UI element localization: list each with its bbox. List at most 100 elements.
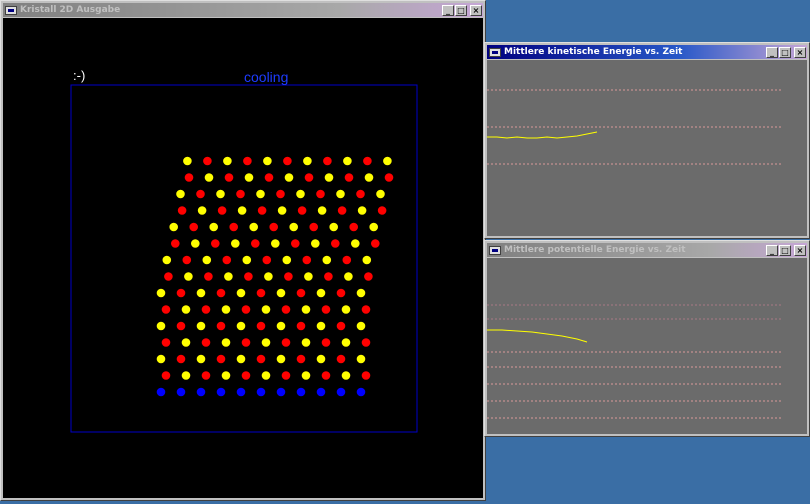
atom bbox=[349, 222, 359, 232]
atom bbox=[343, 156, 352, 166]
potential-titlebar[interactable]: Mittlere potentielle Energie vs. Zeit _ … bbox=[487, 243, 807, 257]
kinetic-plot-area bbox=[487, 60, 807, 236]
window-title: Mittlere kinetische Energie vs. Zeit bbox=[504, 47, 683, 57]
atom bbox=[357, 206, 367, 215]
atom bbox=[336, 189, 345, 199]
atom bbox=[364, 272, 373, 281]
atom bbox=[302, 255, 312, 265]
atom bbox=[269, 222, 279, 232]
atom bbox=[282, 255, 292, 265]
atom bbox=[242, 255, 252, 265]
close-button[interactable]: × bbox=[794, 244, 806, 256]
atom bbox=[244, 173, 254, 182]
fixed-atom bbox=[196, 387, 206, 397]
atom bbox=[156, 354, 166, 364]
atom bbox=[162, 255, 172, 265]
atom bbox=[171, 239, 180, 248]
atom bbox=[281, 338, 291, 347]
atom bbox=[316, 189, 325, 199]
kristall-window[interactable]: Kristall 2D Ausgabe _ □ × :-) cooling bbox=[0, 0, 486, 501]
atom bbox=[336, 288, 346, 298]
atom bbox=[216, 189, 225, 199]
atom bbox=[363, 156, 372, 166]
atom bbox=[161, 371, 171, 380]
atom bbox=[356, 189, 365, 199]
atom bbox=[223, 156, 232, 166]
atom bbox=[161, 338, 171, 347]
fixed-atom bbox=[336, 387, 346, 397]
atom bbox=[191, 239, 200, 248]
atom bbox=[164, 272, 173, 281]
atom bbox=[156, 321, 166, 331]
atom bbox=[189, 222, 198, 232]
close-button[interactable]: × bbox=[470, 4, 482, 16]
atom bbox=[196, 354, 206, 364]
potential-plot-area bbox=[487, 258, 807, 434]
fixed-atom bbox=[316, 387, 326, 397]
crystal-lattice bbox=[156, 156, 394, 397]
atom bbox=[176, 321, 186, 331]
atom bbox=[376, 189, 385, 199]
atom bbox=[176, 189, 185, 199]
atom bbox=[301, 338, 311, 347]
maximize-button[interactable]: □ bbox=[779, 46, 791, 58]
atom bbox=[296, 189, 305, 199]
atom bbox=[209, 222, 218, 232]
maximize-button[interactable]: □ bbox=[779, 244, 791, 256]
atom bbox=[236, 354, 246, 364]
kristall-titlebar[interactable]: Kristall 2D Ausgabe _ □ × bbox=[3, 3, 483, 17]
atom bbox=[296, 288, 306, 298]
atom bbox=[276, 354, 286, 364]
atom bbox=[244, 272, 253, 281]
fixed-atom bbox=[216, 387, 226, 397]
app-icon[interactable] bbox=[5, 5, 17, 15]
atom bbox=[301, 371, 311, 380]
minimize-button[interactable]: _ bbox=[766, 244, 778, 256]
atom bbox=[316, 288, 326, 298]
atom bbox=[222, 255, 232, 265]
app-icon[interactable] bbox=[489, 245, 501, 255]
atom bbox=[296, 321, 306, 331]
kinetic-titlebar[interactable]: Mittlere kinetische Energie vs. Zeit _ □… bbox=[487, 45, 807, 59]
atom bbox=[203, 156, 212, 166]
fixed-atom bbox=[356, 387, 366, 397]
atom bbox=[183, 156, 192, 166]
atom bbox=[216, 321, 226, 331]
minimize-button[interactable]: _ bbox=[442, 4, 454, 16]
minimize-button[interactable]: _ bbox=[766, 46, 778, 58]
atom bbox=[256, 288, 266, 298]
close-button[interactable]: × bbox=[794, 46, 806, 58]
atom bbox=[356, 288, 366, 298]
atom bbox=[196, 189, 205, 199]
atom bbox=[351, 239, 360, 248]
atom bbox=[337, 206, 347, 215]
smiley-label: :-) bbox=[73, 68, 85, 83]
atom bbox=[261, 371, 271, 380]
app-icon[interactable] bbox=[489, 47, 501, 57]
atom bbox=[217, 206, 227, 215]
atom bbox=[176, 288, 186, 298]
fixed-atom bbox=[256, 387, 266, 397]
potential-energy-window[interactable]: Mittlere potentielle Energie vs. Zeit _ … bbox=[484, 240, 810, 437]
fixed-atom bbox=[276, 387, 286, 397]
atom bbox=[261, 305, 271, 314]
atom bbox=[224, 272, 233, 281]
atom bbox=[281, 371, 291, 380]
atom bbox=[236, 321, 246, 331]
atom bbox=[281, 305, 291, 314]
atom bbox=[221, 305, 231, 314]
atom bbox=[324, 173, 334, 182]
window-title: Kristall 2D Ausgabe bbox=[20, 5, 121, 15]
atom bbox=[271, 239, 280, 248]
atom bbox=[237, 206, 247, 215]
atom bbox=[384, 173, 394, 182]
crystal-canvas: :-) cooling bbox=[3, 18, 483, 498]
atom bbox=[309, 222, 319, 232]
atom bbox=[284, 173, 294, 182]
maximize-button[interactable]: □ bbox=[455, 4, 467, 16]
kinetic-energy-window[interactable]: Mittlere kinetische Energie vs. Zeit _ □… bbox=[484, 42, 810, 239]
atom bbox=[241, 305, 251, 314]
atom bbox=[241, 371, 251, 380]
atom bbox=[277, 206, 287, 215]
atom bbox=[229, 222, 238, 232]
